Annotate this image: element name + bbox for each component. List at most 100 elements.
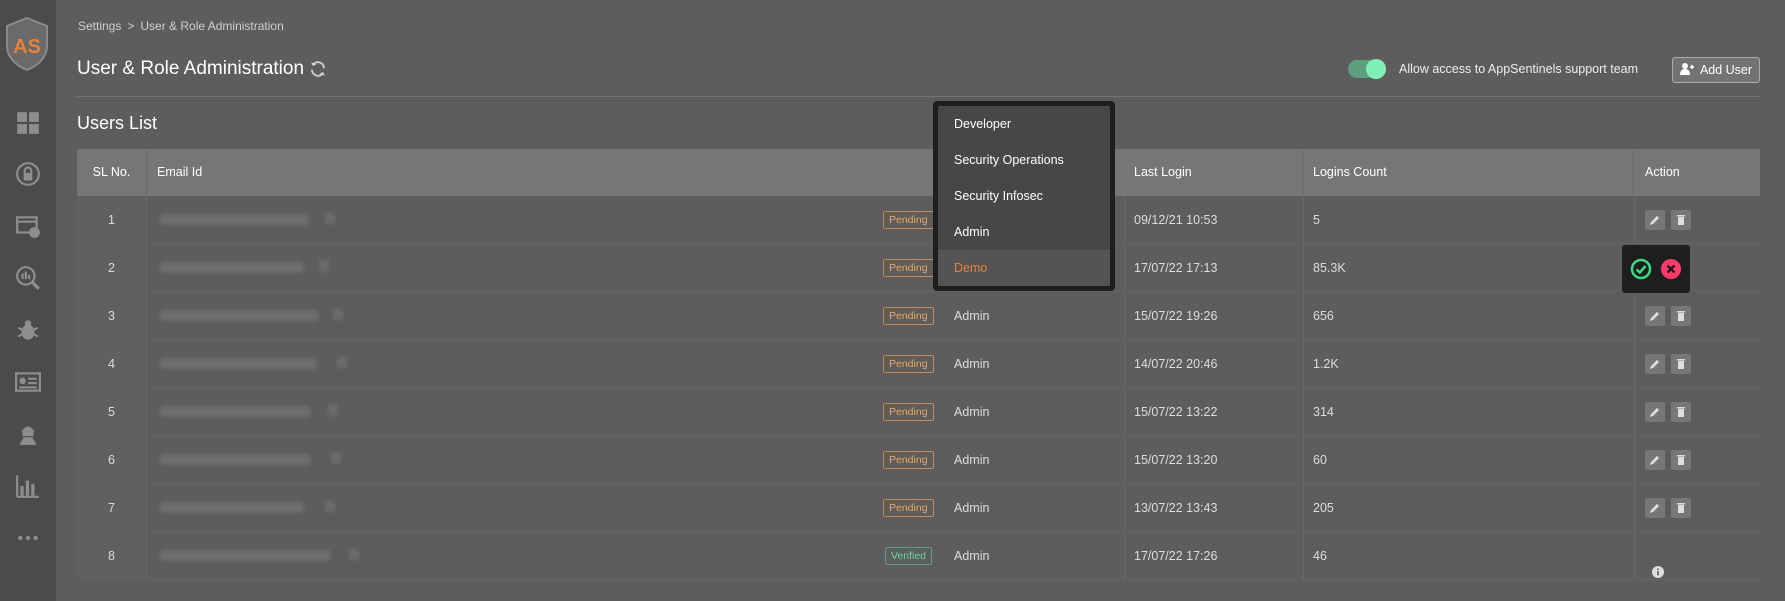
delete-icon[interactable] [1671, 306, 1691, 326]
lock-icon[interactable] [14, 160, 41, 187]
last-login: 15/07/22 13:22 [1134, 405, 1218, 419]
role[interactable]: Admin [954, 340, 989, 388]
table-row: 6 Pending Admin 15/07/22 13:20 60 [77, 436, 1760, 484]
role-option-security-infosec[interactable]: Security Infosec [938, 178, 1110, 214]
edit-icon[interactable] [1645, 354, 1665, 374]
info-icon[interactable] [1652, 550, 1664, 578]
role[interactable]: Admin [954, 388, 989, 436]
status-badge: Verified [885, 547, 933, 565]
actions [1634, 388, 1760, 436]
page-title: User & Role Administration [77, 58, 305, 79]
more-icon[interactable] [14, 524, 41, 551]
cancel-x-icon[interactable] [1660, 258, 1682, 280]
role[interactable]: Admin [954, 436, 989, 484]
id-card-icon[interactable] [14, 368, 41, 395]
sl-no: 6 [77, 436, 147, 484]
actions [1634, 340, 1760, 388]
add-user-label: Add User [1699, 63, 1753, 77]
email-redacted [159, 502, 304, 513]
logins-count: 85.3K [1313, 261, 1346, 275]
sl-no: 3 [77, 292, 147, 340]
copy-icon[interactable] [349, 548, 359, 560]
logins-count: 1.2K [1313, 357, 1339, 371]
copy-icon[interactable] [333, 308, 343, 320]
last-login: 17/07/22 17:26 [1134, 549, 1218, 563]
status-badge: Pending [883, 451, 934, 469]
edit-icon[interactable] [1645, 210, 1665, 230]
col-sl-no: SL No. [77, 149, 147, 196]
actions [1634, 532, 1760, 580]
delete-icon[interactable] [1671, 450, 1691, 470]
edit-icon[interactable] [1645, 498, 1665, 518]
copy-icon[interactable] [319, 260, 329, 272]
copy-icon[interactable] [331, 452, 341, 464]
copy-icon[interactable] [337, 356, 347, 368]
email-redacted [159, 406, 311, 417]
sl-no: 1 [77, 196, 147, 244]
role-option-admin[interactable]: Admin [938, 214, 1110, 250]
sl-no: 4 [77, 340, 147, 388]
email-redacted [159, 214, 309, 225]
delete-icon[interactable] [1671, 402, 1691, 422]
support-access-label: Allow access to AppSentinels support tea… [1399, 62, 1639, 76]
table-row: 2 Pending 17/07/22 17:13 85.3K [77, 244, 1760, 292]
role[interactable]: Admin [954, 532, 989, 580]
breadcrumb: Settings > User & Role Administration [78, 19, 284, 33]
col-action: Action [1645, 165, 1680, 179]
delete-icon[interactable] [1671, 210, 1691, 230]
email-redacted [159, 454, 311, 465]
last-login: 09/12/21 10:53 [1134, 213, 1218, 227]
edit-icon[interactable] [1645, 306, 1665, 326]
email-redacted [159, 550, 331, 561]
table-row: 7 Pending Admin 13/07/22 13:43 205 [77, 484, 1760, 532]
sidebar: AS [0, 0, 56, 601]
table-header: SL No. Email Id Last Login Logins Count … [77, 149, 1760, 196]
sl-no: 8 [77, 532, 147, 580]
last-login: 15/07/22 13:20 [1134, 453, 1218, 467]
logins-count: 5 [1313, 213, 1320, 227]
breadcrumb-separator: > [127, 19, 135, 33]
logins-count: 314 [1313, 405, 1334, 419]
users-list-title: Users List [77, 113, 158, 133]
email-redacted [159, 358, 317, 369]
sl-no: 5 [77, 388, 147, 436]
svg-text:AS: AS [13, 36, 41, 58]
logins-count: 205 [1313, 501, 1334, 515]
last-login: 17/07/22 17:13 [1134, 261, 1218, 275]
bar-chart-icon[interactable] [14, 472, 41, 499]
actions [1634, 436, 1760, 484]
table-row: 5 Pending Admin 15/07/22 13:22 314 [77, 388, 1760, 436]
logins-count: 60 [1313, 453, 1327, 467]
copy-icon[interactable] [325, 212, 335, 224]
role-option-security-operations[interactable]: Security Operations [938, 142, 1110, 178]
role-option-developer[interactable]: Developer [938, 106, 1110, 142]
breadcrumb-root[interactable]: Settings [78, 19, 121, 33]
users-table: SL No. Email Id Last Login Logins Count … [77, 149, 1760, 580]
appsentinels-logo[interactable]: AS [4, 16, 50, 72]
bug-icon[interactable] [14, 316, 41, 343]
actions [1634, 292, 1760, 340]
support-access-toggle[interactable] [1348, 59, 1386, 79]
status-badge: Pending [883, 259, 934, 277]
role-option-demo[interactable]: Demo [938, 250, 1110, 286]
hacker-icon[interactable] [14, 420, 41, 447]
refresh-icon[interactable] [309, 60, 327, 78]
role[interactable]: Admin [954, 484, 989, 532]
col-logins-count: Logins Count [1303, 149, 1634, 196]
search-analytics-icon[interactable] [14, 264, 41, 291]
dashboard-icon[interactable] [14, 109, 41, 136]
copy-icon[interactable] [328, 404, 338, 416]
logins-count: 656 [1313, 309, 1334, 323]
api-icon[interactable] [14, 212, 41, 239]
actions [1634, 196, 1760, 244]
add-user-button[interactable]: Add User [1672, 57, 1760, 83]
role[interactable]: Admin [954, 292, 989, 340]
delete-icon[interactable] [1671, 354, 1691, 374]
copy-icon[interactable] [325, 500, 335, 512]
delete-icon[interactable] [1671, 498, 1691, 518]
email-redacted [159, 310, 319, 321]
edit-icon[interactable] [1645, 402, 1665, 422]
edit-icon[interactable] [1645, 450, 1665, 470]
table-row: 4 Pending Admin 14/07/22 20:46 1.2K [77, 340, 1760, 388]
confirm-check-icon[interactable] [1630, 258, 1652, 280]
